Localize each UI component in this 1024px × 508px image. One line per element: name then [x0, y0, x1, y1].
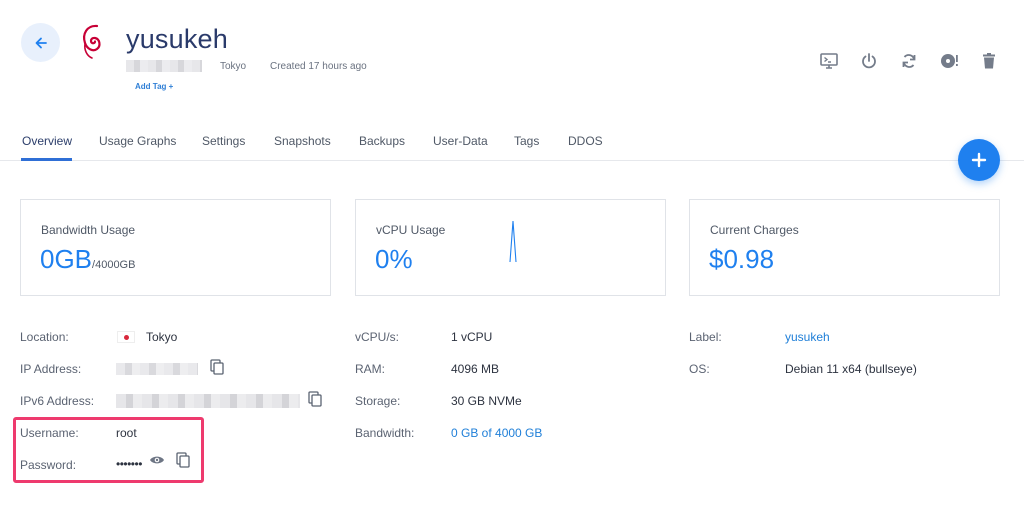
header-location: Tokyo — [220, 61, 247, 72]
add-button[interactable] — [958, 139, 1000, 181]
bandwidth-card-sub: /4000GB — [92, 259, 136, 271]
console-icon — [820, 53, 838, 69]
power-button[interactable] — [849, 50, 889, 72]
plus-icon — [971, 152, 987, 168]
server-name: yusukeh — [126, 24, 228, 54]
tab-overview[interactable]: Overview — [22, 134, 72, 148]
bandwidth-card-value: 0GB/4000GB — [40, 244, 136, 274]
reinstall-button[interactable] — [929, 50, 969, 72]
storage-label: Storage: — [355, 394, 401, 408]
ip-redacted — [126, 60, 202, 72]
tab-backups[interactable]: Backups — [359, 134, 405, 148]
restart-button[interactable] — [889, 50, 929, 72]
server-label-label: Label: — [689, 330, 722, 344]
tab-tags[interactable]: Tags — [514, 134, 539, 148]
storage-value: 30 GB NVMe — [451, 394, 522, 408]
bandwidth-card-label: Bandwidth Usage — [41, 223, 136, 237]
os-label: OS: — [689, 362, 710, 376]
ipv6-address-redacted — [116, 394, 300, 408]
tab-snapshots[interactable]: Snapshots — [274, 134, 331, 148]
tab-usage-graphs[interactable]: Usage Graphs — [99, 134, 176, 148]
japan-flag-icon — [117, 331, 135, 343]
vcpu-card: vCPU Usage 0% — [355, 199, 666, 296]
vcpu-sparkline — [509, 220, 517, 263]
ram-value: 4096 MB — [451, 362, 500, 376]
vcpus-value: 1 vCPU — [451, 330, 493, 344]
server-actions — [809, 50, 1009, 72]
debian-logo-icon — [83, 24, 101, 59]
trash-icon — [983, 53, 995, 69]
ip-address-label: IP Address: — [20, 362, 82, 376]
destroy-button[interactable] — [969, 50, 1009, 72]
tab-bar: Overview Usage Graphs Settings Snapshots… — [0, 120, 1024, 161]
ram-label: RAM: — [355, 362, 385, 376]
header-created: Created 17 hours ago — [270, 61, 367, 72]
bandwidth-label: Bandwidth: — [355, 426, 415, 440]
power-icon — [862, 53, 876, 69]
bandwidth-card: Bandwidth Usage 0GB/4000GB — [20, 199, 331, 296]
vcpu-card-label: vCPU Usage — [376, 223, 446, 237]
server-label-link[interactable]: yusukeh — [785, 330, 830, 344]
console-button[interactable] — [809, 50, 849, 72]
charges-card-label: Current Charges — [710, 223, 799, 237]
copy-ipv6-icon[interactable] — [308, 391, 322, 407]
reinstall-icon — [941, 54, 958, 68]
tab-settings[interactable]: Settings — [202, 134, 245, 148]
location-label: Location: — [20, 330, 69, 344]
ipv6-address-label: IPv6 Address: — [20, 394, 95, 408]
vcpus-label: vCPU/s: — [355, 330, 400, 344]
credentials-highlight — [13, 417, 204, 483]
bandwidth-value-link[interactable]: 0 GB of 4000 GB — [451, 426, 542, 440]
vcpu-card-value: 0% — [375, 244, 413, 274]
os-value: Debian 11 x64 (bullseye) — [785, 362, 917, 376]
active-tab-indicator — [21, 158, 72, 161]
ip-address-redacted — [116, 363, 198, 375]
location-value: Tokyo — [146, 330, 178, 344]
copy-ip-icon[interactable] — [210, 359, 224, 375]
back-button[interactable] — [21, 23, 60, 62]
tab-user-data[interactable]: User-Data — [433, 134, 488, 148]
arrow-left-icon — [35, 37, 47, 48]
tab-ddos[interactable]: DDOS — [568, 134, 603, 148]
add-tag-link[interactable]: Add Tag + — [135, 82, 173, 91]
charges-card-value: $0.98 — [709, 244, 775, 274]
charges-card: Current Charges $0.98 — [689, 199, 1000, 296]
restart-icon — [902, 54, 916, 68]
